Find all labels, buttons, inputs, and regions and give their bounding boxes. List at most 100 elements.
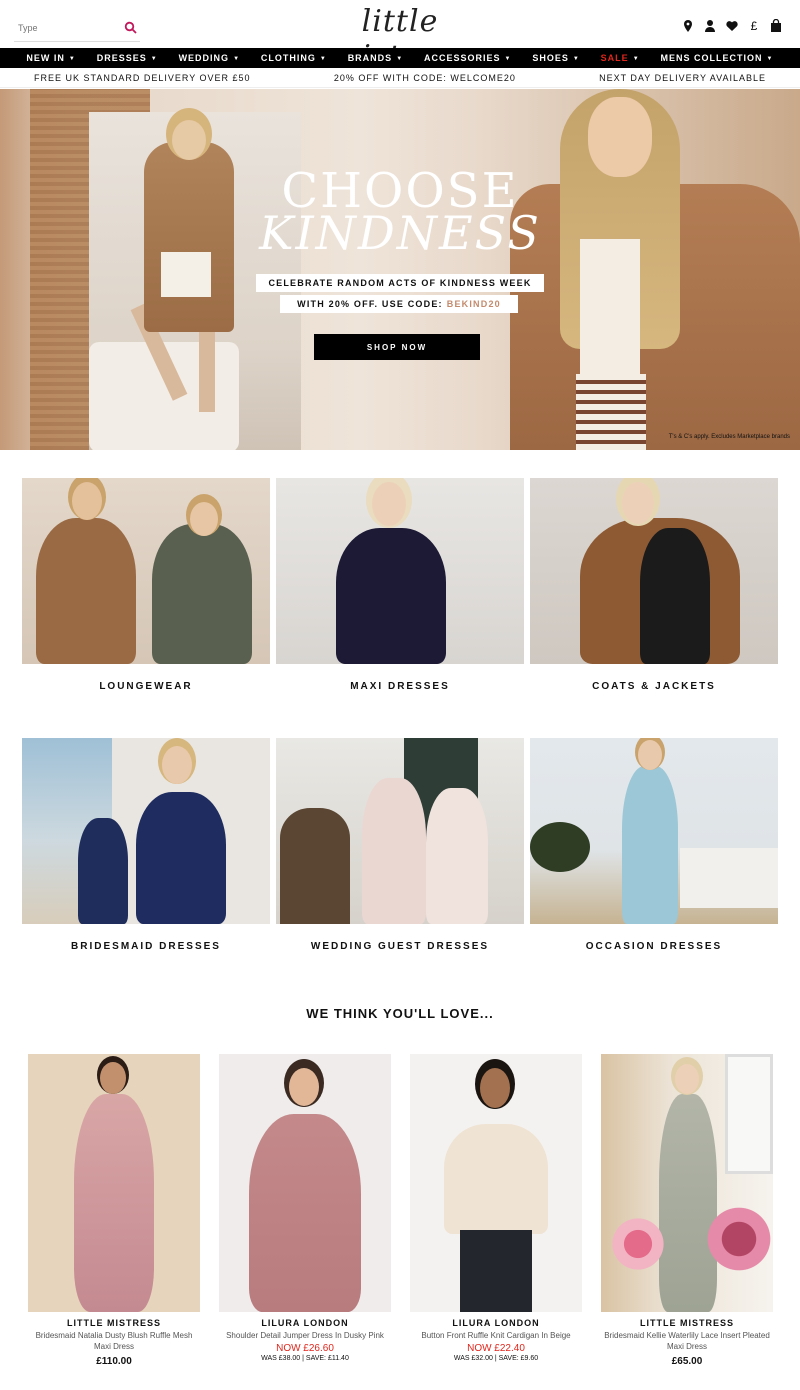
product-card[interactable]: LITTLE MISTRESS Bridesmaid Natalia Dusty… bbox=[28, 1054, 200, 1367]
site-header: little mistress £ bbox=[0, 0, 800, 74]
hero-title: CHOOSE KINDNESS bbox=[250, 167, 550, 260]
nav-wedding[interactable]: WEDDING ▼ bbox=[179, 53, 240, 63]
category-label: COATS & JACKETS bbox=[592, 681, 716, 692]
nav-accessories[interactable]: ACCESSORIES ▼ bbox=[424, 53, 511, 63]
nav-dresses[interactable]: DRESSES ▼ bbox=[97, 53, 158, 63]
product-card[interactable]: LITTLE MISTRESS Bridesmaid Kellie Waterl… bbox=[601, 1054, 773, 1367]
product-name[interactable]: Bridesmaid Kellie Waterlily Lace Insert … bbox=[601, 1330, 773, 1352]
nav-label: CLOTHING bbox=[260, 53, 316, 63]
head-shape bbox=[289, 1068, 319, 1106]
nav-new-in[interactable]: NEW IN ▼ bbox=[26, 53, 75, 63]
promo-bar: FREE UK STANDARD DELIVERY OVER £50 20% O… bbox=[0, 68, 800, 88]
nav-label: BRANDS bbox=[347, 53, 393, 63]
nav-mens-collection[interactable]: MENS COLLECTION ▼ bbox=[661, 53, 774, 63]
saddle-shape bbox=[280, 808, 350, 924]
cardigan-shape bbox=[144, 142, 234, 332]
nav-shoes[interactable]: SHOES ▼ bbox=[532, 53, 579, 63]
heart-icon[interactable] bbox=[726, 19, 738, 33]
model-shape bbox=[249, 1114, 361, 1312]
chevron-down-icon: ▼ bbox=[319, 56, 327, 62]
nav-sale[interactable]: SALE ▼ bbox=[601, 53, 640, 63]
head-shape bbox=[480, 1068, 510, 1108]
category-wedding-guest-dresses[interactable]: WEDDING GUEST DRESSES bbox=[276, 738, 524, 952]
hero-terms: T's & C's apply. Excludes Marketplace br… bbox=[668, 434, 790, 440]
product-image[interactable] bbox=[28, 1054, 200, 1312]
nav-clothing[interactable]: CLOTHING ▼ bbox=[261, 53, 327, 63]
head-shape bbox=[162, 746, 192, 784]
category-loungewear[interactable]: LOUNGEWEAR bbox=[22, 478, 270, 692]
product-was-price: WAS £38.00 | SAVE: £11.40 bbox=[261, 1355, 349, 1362]
product-brand: LITTLE MISTRESS bbox=[66, 1318, 161, 1328]
product-name[interactable]: Button Front Ruffle Knit Cardigan In Bei… bbox=[410, 1330, 582, 1341]
shorts-shape bbox=[161, 252, 211, 297]
chevron-down-icon: ▼ bbox=[572, 56, 580, 62]
nav-brands[interactable]: BRANDS ▼ bbox=[348, 53, 403, 63]
site-logo[interactable]: little mistress bbox=[300, 4, 500, 74]
top-shape bbox=[580, 239, 640, 379]
search-input[interactable] bbox=[18, 18, 118, 38]
face-shape bbox=[588, 97, 652, 177]
nav-label: NEW IN bbox=[26, 53, 65, 63]
nav-label: DRESSES bbox=[96, 53, 147, 63]
promo-next-day[interactable]: NEXT DAY DELIVERY AVAILABLE bbox=[599, 73, 766, 83]
head-shape bbox=[638, 740, 662, 770]
promo-delivery[interactable]: FREE UK STANDARD DELIVERY OVER £50 bbox=[34, 73, 251, 83]
product-card[interactable]: LILURA LONDON Button Front Ruffle Knit C… bbox=[410, 1054, 582, 1362]
hero-code-line: WITH 20% OFF. USE CODE: BEKIND20 bbox=[280, 295, 518, 313]
product-sale-price: NOW £26.60 bbox=[276, 1343, 334, 1354]
category-label: MAXI DRESSES bbox=[350, 681, 450, 692]
category-image bbox=[276, 478, 524, 664]
category-coats-jackets[interactable]: COATS & JACKETS bbox=[530, 478, 778, 692]
product-name[interactable]: Bridesmaid Natalia Dusty Blush Ruffle Me… bbox=[28, 1330, 200, 1352]
bag-icon[interactable] bbox=[770, 19, 782, 33]
promo-discount[interactable]: 20% OFF WITH CODE: WELCOME20 bbox=[334, 73, 516, 83]
hero-title-line-2: KINDNESS bbox=[259, 206, 541, 260]
hero-model-right bbox=[510, 89, 800, 450]
category-label: OCCASION DRESSES bbox=[585, 941, 723, 952]
nav-label: ACCESSORIES bbox=[424, 53, 501, 63]
category-image bbox=[530, 478, 778, 664]
category-image bbox=[276, 738, 524, 924]
search-icon[interactable] bbox=[124, 21, 138, 35]
product-price: £110.00 bbox=[96, 1356, 132, 1367]
hero-subtitle: CELEBRATE RANDOM ACTS OF KINDNESS WEEK bbox=[256, 274, 544, 292]
flowers-shape bbox=[603, 1214, 673, 1274]
hero-code: BEKIND20 bbox=[446, 299, 501, 309]
chevron-down-icon: ▼ bbox=[632, 56, 640, 62]
category-label: LOUNGEWEAR bbox=[99, 681, 193, 692]
category-image bbox=[530, 738, 778, 924]
category-image bbox=[22, 478, 270, 664]
search-box bbox=[14, 16, 140, 42]
model-shape bbox=[362, 778, 426, 924]
model-shape bbox=[136, 792, 226, 924]
product-sale-price: NOW £22.40 bbox=[467, 1343, 525, 1354]
currency-icon[interactable]: £ bbox=[748, 19, 760, 33]
model-shape bbox=[78, 818, 128, 924]
tree-shape bbox=[530, 822, 590, 872]
product-image[interactable] bbox=[601, 1054, 773, 1312]
location-icon[interactable] bbox=[682, 19, 694, 33]
shop-now-button[interactable]: SHOP NOW bbox=[314, 334, 480, 360]
category-bridesmaid-dresses[interactable]: BRIDESMAID DRESSES bbox=[22, 738, 270, 952]
model-shape bbox=[36, 518, 136, 664]
chevron-down-icon: ▼ bbox=[150, 56, 158, 62]
category-occasion-dresses[interactable]: OCCASION DRESSES bbox=[530, 738, 778, 952]
model-shape bbox=[622, 766, 678, 924]
product-image[interactable] bbox=[219, 1054, 391, 1312]
chevron-down-icon: ▼ bbox=[766, 56, 774, 62]
category-label: BRIDESMAID DRESSES bbox=[71, 941, 221, 952]
category-maxi-dresses[interactable]: MAXI DRESSES bbox=[276, 478, 524, 692]
chevron-down-icon: ▼ bbox=[396, 56, 404, 62]
hero-banner[interactable]: CHOOSE KINDNESS CELEBRATE RANDOM ACTS OF… bbox=[0, 89, 800, 450]
account-icon[interactable] bbox=[704, 19, 716, 33]
model-shape bbox=[444, 1124, 548, 1234]
product-image[interactable] bbox=[410, 1054, 582, 1312]
flowers-shape bbox=[705, 1194, 773, 1284]
product-card[interactable]: LILURA LONDON Shoulder Detail Jumper Dre… bbox=[219, 1054, 391, 1362]
nav-label: SALE bbox=[600, 53, 629, 63]
product-name[interactable]: Shoulder Detail Jumper Dress In Dusky Pi… bbox=[219, 1330, 391, 1341]
product-price: £65.00 bbox=[671, 1356, 703, 1367]
jacket-shape bbox=[640, 528, 710, 664]
product-brand: LILURA LONDON bbox=[452, 1318, 540, 1328]
product-brand: LILURA LONDON bbox=[261, 1318, 349, 1328]
